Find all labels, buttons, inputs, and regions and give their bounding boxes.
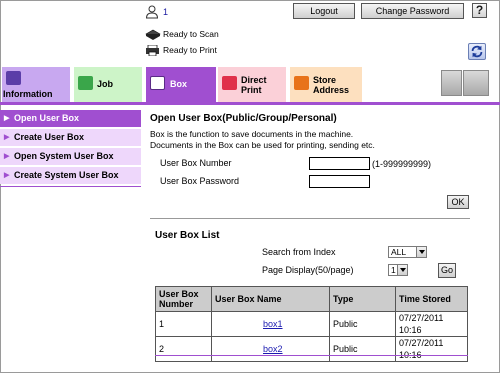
tab-store-address-label-2: Address xyxy=(313,85,350,95)
print-status-text: Ready to Print xyxy=(163,45,217,55)
go-button[interactable]: Go xyxy=(438,263,456,278)
arrow-right-icon: ▶ xyxy=(4,153,10,160)
ok-button[interactable]: OK xyxy=(447,195,469,209)
box-password-input[interactable] xyxy=(309,175,370,188)
box-number-label: User Box Number xyxy=(160,158,232,168)
box-link[interactable]: box2 xyxy=(263,344,283,354)
scanner-icon xyxy=(145,29,161,41)
logout-button[interactable]: Logout xyxy=(293,3,355,19)
sidebar-item-label: Create System User Box xyxy=(14,170,119,180)
tab-information[interactable]: Information xyxy=(2,67,70,102)
chevron-down-icon xyxy=(397,265,407,275)
box-number-input[interactable] xyxy=(309,157,370,170)
user-number: 1 xyxy=(163,7,169,17)
box-name-cell: box1 xyxy=(211,311,330,337)
tab-box-label: Box xyxy=(170,79,188,89)
column-header-name: User Box Name xyxy=(211,286,330,312)
section-divider xyxy=(150,218,470,219)
list-title: User Box List xyxy=(155,230,220,241)
sidebar-bottom-rule xyxy=(0,186,141,187)
table-header-row: User Box Number User Box Name Type Time … xyxy=(155,286,468,312)
search-index-select[interactable]: ALL xyxy=(388,246,427,258)
box-password-label: User Box Password xyxy=(160,176,240,186)
tab-store-address[interactable]: Store Address xyxy=(290,67,362,102)
box-number-cell: 2 xyxy=(155,336,212,362)
description-line-2: Documents in the Box can be used for pri… xyxy=(150,140,375,150)
table-row: 1 box1 Public 07/27/2011 10:16 xyxy=(155,311,468,337)
scan-status-text: Ready to Scan xyxy=(163,29,219,39)
scan-status: Ready to Scan xyxy=(145,29,219,41)
sidebar-item-label: Create User Box xyxy=(14,132,85,142)
box-type-cell: Public xyxy=(329,311,396,337)
user-box-table: User Box Number User Box Name Type Time … xyxy=(155,286,468,362)
column-header-number: User Box Number xyxy=(155,286,212,312)
sidebar-item-create-system-user-box[interactable]: ▶ Create System User Box xyxy=(0,167,141,184)
sidebar-item-label: Open User Box xyxy=(14,113,80,123)
box-time-cell: 07/27/2011 10:16 xyxy=(395,336,468,362)
sidebar-item-open-user-box[interactable]: ▶ Open User Box xyxy=(0,110,141,127)
search-index-value: ALL xyxy=(391,247,407,257)
arrow-right-icon: ▶ xyxy=(4,115,10,122)
page-display-label: Page Display(50/page) xyxy=(262,265,354,275)
box-type-cell: Public xyxy=(329,336,396,362)
arrow-right-icon: ▶ xyxy=(4,134,10,141)
tab-direct-print-label-2: Print xyxy=(241,85,262,95)
sidebar-item-label: Open System User Box xyxy=(14,151,114,161)
column-header-type: Type xyxy=(329,286,396,312)
job-icon xyxy=(78,76,93,90)
device-icon[interactable] xyxy=(441,70,462,96)
box-icon xyxy=(150,76,165,90)
tab-job-label: Job xyxy=(97,79,114,89)
information-icon xyxy=(6,71,21,85)
tab-box[interactable]: Box xyxy=(146,67,216,102)
box-link[interactable]: box1 xyxy=(263,319,283,329)
arrow-right-icon: ▶ xyxy=(4,172,10,179)
page-display-select[interactable]: 1 xyxy=(388,264,408,276)
help-button[interactable]: ? xyxy=(472,3,487,18)
chevron-down-icon xyxy=(416,247,426,257)
sidebar-item-create-user-box[interactable]: ▶ Create User Box xyxy=(0,129,141,146)
change-password-button[interactable]: Change Password xyxy=(361,3,464,19)
print-status: Ready to Print xyxy=(145,45,217,57)
list-bottom-rule xyxy=(155,355,468,356)
search-index-label: Search from Index xyxy=(262,247,336,257)
description-line-1: Box is the function to save documents in… xyxy=(150,129,354,139)
box-number-range: (1-999999999) xyxy=(372,159,432,169)
printer-icon xyxy=(146,45,159,57)
refresh-icon xyxy=(471,45,483,58)
tab-information-label: Information xyxy=(3,89,53,99)
direct-print-icon xyxy=(222,76,237,90)
tab-direct-print[interactable]: Direct Print xyxy=(218,67,286,102)
box-name-cell: box2 xyxy=(211,336,330,362)
tab-job[interactable]: Job xyxy=(74,67,142,102)
column-header-time: Time Stored xyxy=(395,286,468,312)
box-number-cell: 1 xyxy=(155,311,212,337)
fax-icon[interactable] xyxy=(463,70,489,96)
refresh-button[interactable] xyxy=(468,43,486,60)
box-time-cell: 07/27/2011 10:16 xyxy=(395,311,468,337)
tab-underline xyxy=(0,102,500,105)
store-address-icon xyxy=(294,76,309,90)
sidebar-item-open-system-user-box[interactable]: ▶ Open System User Box xyxy=(0,148,141,165)
user-icon xyxy=(145,5,159,19)
page-title: Open User Box(Public/Group/Personal) xyxy=(150,113,337,124)
table-row: 2 box2 Public 07/27/2011 10:16 xyxy=(155,336,468,362)
page-display-value: 1 xyxy=(391,265,396,275)
